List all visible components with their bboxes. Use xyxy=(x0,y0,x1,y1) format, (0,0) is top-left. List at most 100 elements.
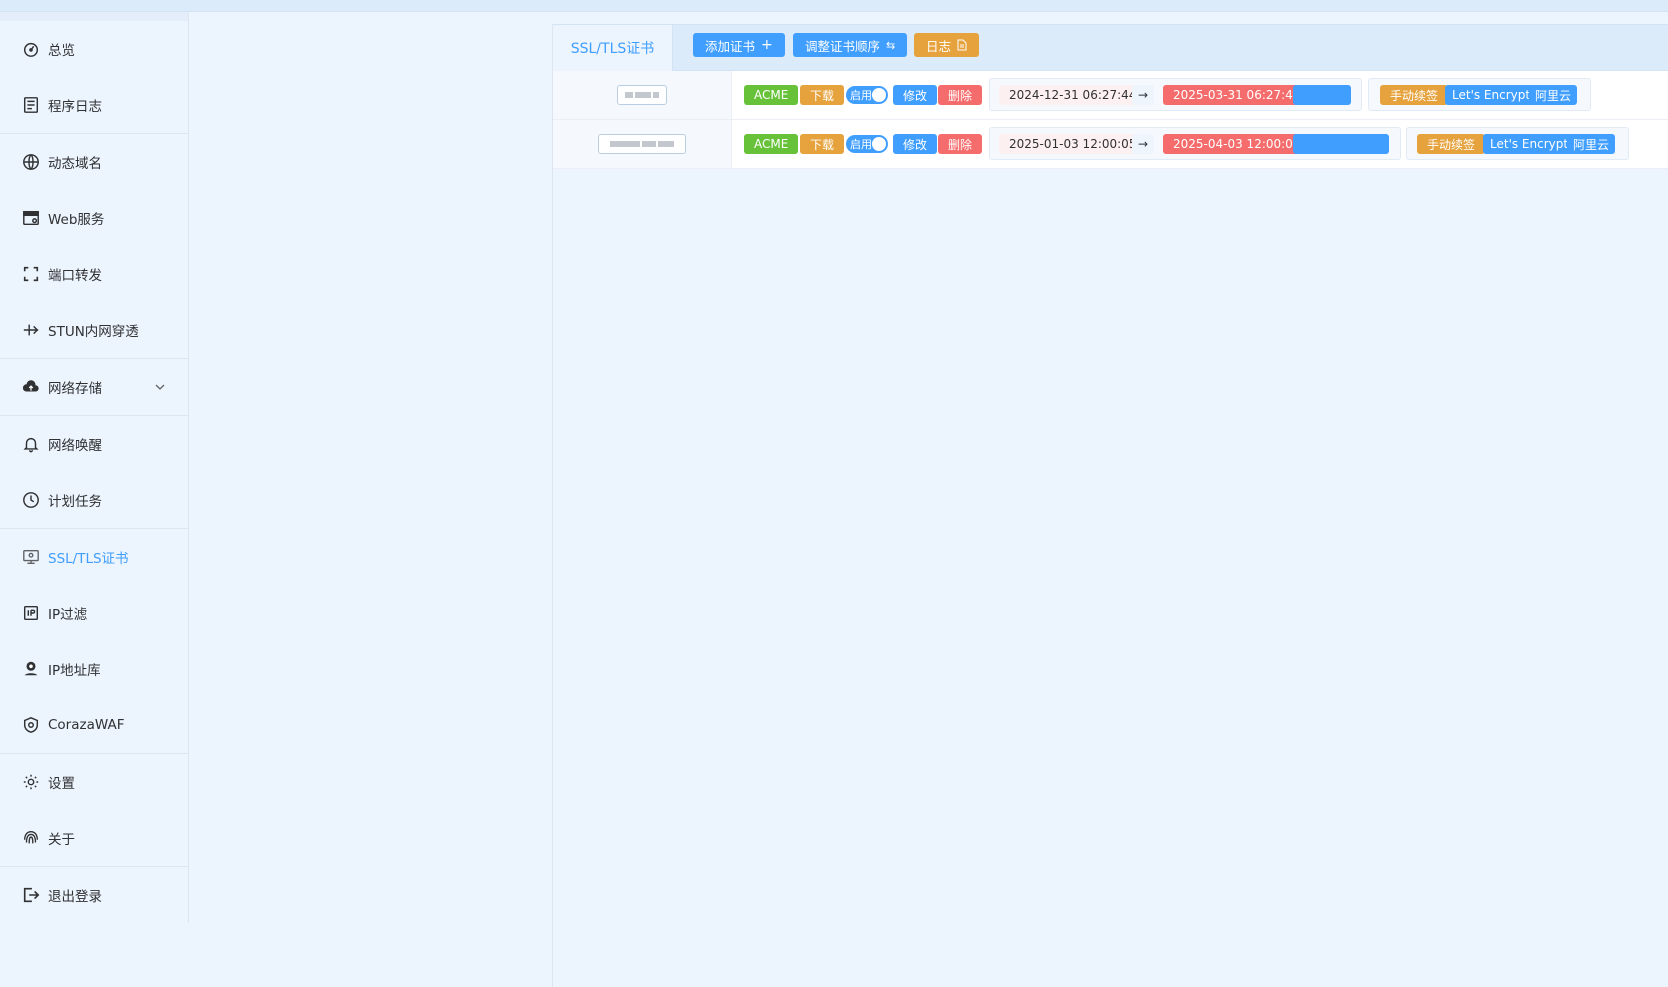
location-icon xyxy=(22,660,40,678)
reorder-certificates-button[interactable]: 调整证书顺序 ⇆ xyxy=(793,33,908,57)
sidebar-item-ip-filter[interactable]: IP过滤 xyxy=(0,585,188,641)
sidebar-item-label: STUN内网穿透 xyxy=(48,324,139,340)
tab-bar: SSL/TLS证书 添加证书 + 调整证书顺序 ⇆ 日志 xyxy=(553,24,1668,72)
sidebar-item-label: 网络唤醒 xyxy=(48,438,102,454)
bell-icon xyxy=(22,435,40,453)
dns-provider-badge: 阿里云 xyxy=(1567,134,1616,154)
arrow-icon: → xyxy=(1132,85,1155,105)
sidebar-item-waf[interactable]: CorazaWAF xyxy=(0,697,188,753)
delete-button[interactable]: 删除 xyxy=(938,134,983,154)
cloud-upload-icon xyxy=(22,378,40,396)
document-icon xyxy=(957,39,967,51)
reorder-label: 调整证书顺序 xyxy=(805,38,881,54)
domain-badge-redacted xyxy=(1293,134,1389,154)
valid-to-date: 2025-04-03 12:00:04 xyxy=(1163,134,1311,154)
toggle-knob xyxy=(872,137,886,151)
toggle-label: 启用 xyxy=(850,89,872,102)
sidebar-item-web[interactable]: Web服务 xyxy=(0,190,188,246)
acme-badge: ACME xyxy=(744,85,799,105)
table-row: ACME 下载 启用 修改 删除 2024-12-31 06:27:44 → 2… xyxy=(553,71,1668,120)
sidebar-item-wol[interactable]: 网络唤醒 xyxy=(0,416,188,472)
sidebar-item-label: 程序日志 xyxy=(48,99,102,115)
certificate-name-redacted xyxy=(617,85,667,105)
sidebar-item-logs[interactable]: 程序日志 xyxy=(0,77,188,133)
sidebar-item-about[interactable]: 关于 xyxy=(0,810,188,866)
valid-from-date: 2025-01-03 12:00:05 xyxy=(999,134,1147,154)
sidebar-item-label: IP过滤 xyxy=(48,607,88,623)
valid-from-date: 2024-12-31 06:27:44 xyxy=(999,85,1147,105)
sidebar-item-label: CorazaWAF xyxy=(48,717,125,733)
web-icon xyxy=(22,209,40,227)
logout-icon xyxy=(22,886,40,904)
ca-badge: Let's Encrypt xyxy=(1483,134,1576,154)
sidebar-header-strip xyxy=(0,12,188,21)
sidebar: 总览 程序日志 动态域名 Web服务 端口转发 STUN内网穿透 网络存储 网络… xyxy=(0,12,189,923)
sidebar-item-label: 关于 xyxy=(48,832,75,848)
tab-label: SSL/TLS证书 xyxy=(570,41,655,57)
acme-badge: ACME xyxy=(744,134,799,154)
clock-icon xyxy=(22,491,40,509)
certificate-name-cell xyxy=(553,71,732,119)
sidebar-item-overview[interactable]: 总览 xyxy=(0,21,188,77)
dashboard-icon xyxy=(22,40,40,58)
arrow-icon: → xyxy=(1132,134,1155,154)
table-row: ACME 下载 启用 修改 删除 2025-01-03 12:00:05 → 2… xyxy=(553,120,1668,169)
add-certificate-label: 添加证书 xyxy=(705,38,756,54)
sidebar-item-ip-db[interactable]: IP地址库 xyxy=(0,641,188,697)
sidebar-item-storage[interactable]: 网络存储 xyxy=(0,359,188,415)
plus-icon: + xyxy=(761,37,773,53)
domain-badge-redacted xyxy=(1293,85,1351,105)
certificate-name-cell xyxy=(553,120,732,168)
sidebar-item-label: Web服务 xyxy=(48,212,105,228)
sort-icon: ⇆ xyxy=(886,38,896,52)
enable-toggle[interactable]: 启用 xyxy=(846,135,888,153)
ca-badge: Let's Encrypt xyxy=(1445,85,1538,105)
certificate-list: ACME 下载 启用 修改 删除 2024-12-31 06:27:44 → 2… xyxy=(553,71,1668,169)
edit-button[interactable]: 修改 xyxy=(893,85,938,105)
certificate-name-redacted xyxy=(598,134,686,154)
log-label: 日志 xyxy=(926,38,952,54)
enable-toggle[interactable]: 启用 xyxy=(846,86,888,104)
add-certificate-button[interactable]: 添加证书 + xyxy=(693,33,785,57)
log-icon xyxy=(22,96,40,114)
download-button[interactable]: 下载 xyxy=(800,134,845,154)
manual-renew-button[interactable]: 手动续签 xyxy=(1417,134,1486,154)
edit-button[interactable]: 修改 xyxy=(893,134,938,154)
tab-ssl-certs[interactable]: SSL/TLS证书 xyxy=(553,24,673,72)
top-bar xyxy=(0,0,1668,12)
fingerprint-icon xyxy=(22,829,40,847)
delete-button[interactable]: 删除 xyxy=(938,85,983,105)
sidebar-item-label: SSL/TLS证书 xyxy=(48,551,129,567)
sidebar-item-label: IP地址库 xyxy=(48,663,101,679)
sidebar-item-label: 计划任务 xyxy=(48,494,102,510)
sidebar-item-label: 网络存储 xyxy=(48,381,102,397)
sidebar-item-port-forward[interactable]: 端口转发 xyxy=(0,246,188,302)
log-button[interactable]: 日志 xyxy=(914,33,980,57)
sidebar-item-tasks[interactable]: 计划任务 xyxy=(0,472,188,528)
certificate-icon xyxy=(22,548,40,566)
valid-to-date: 2025-03-31 06:27:43 xyxy=(1163,85,1311,105)
toggle-knob xyxy=(872,88,886,102)
gear-icon xyxy=(22,773,40,791)
sidebar-item-ssl[interactable]: SSL/TLS证书 xyxy=(0,529,188,585)
sidebar-item-label: 设置 xyxy=(48,776,75,792)
chevron-down-icon[interactable] xyxy=(154,381,166,393)
sidebar-item-settings[interactable]: 设置 xyxy=(0,754,188,810)
ip-filter-icon xyxy=(22,604,40,622)
ddns-icon xyxy=(22,153,40,171)
sidebar-item-label: 退出登录 xyxy=(48,889,102,905)
sidebar-item-ddns[interactable]: 动态域名 xyxy=(0,134,188,190)
sidebar-item-label: 端口转发 xyxy=(48,268,102,284)
port-forward-icon xyxy=(22,265,40,283)
toggle-label: 启用 xyxy=(850,138,872,151)
manual-renew-button[interactable]: 手动续签 xyxy=(1380,85,1449,105)
sidebar-item-label: 总览 xyxy=(48,43,75,59)
sidebar-item-logout[interactable]: 退出登录 xyxy=(0,867,188,923)
dns-provider-badge: 阿里云 xyxy=(1529,85,1578,105)
shield-icon xyxy=(22,716,40,734)
download-button[interactable]: 下载 xyxy=(800,85,845,105)
sidebar-item-stun[interactable]: STUN内网穿透 xyxy=(0,302,188,358)
stun-icon xyxy=(22,321,40,339)
main-panel: SSL/TLS证书 添加证书 + 调整证书顺序 ⇆ 日志 ACME 下载 启用 xyxy=(552,24,1668,987)
sidebar-item-label: 动态域名 xyxy=(48,156,102,172)
